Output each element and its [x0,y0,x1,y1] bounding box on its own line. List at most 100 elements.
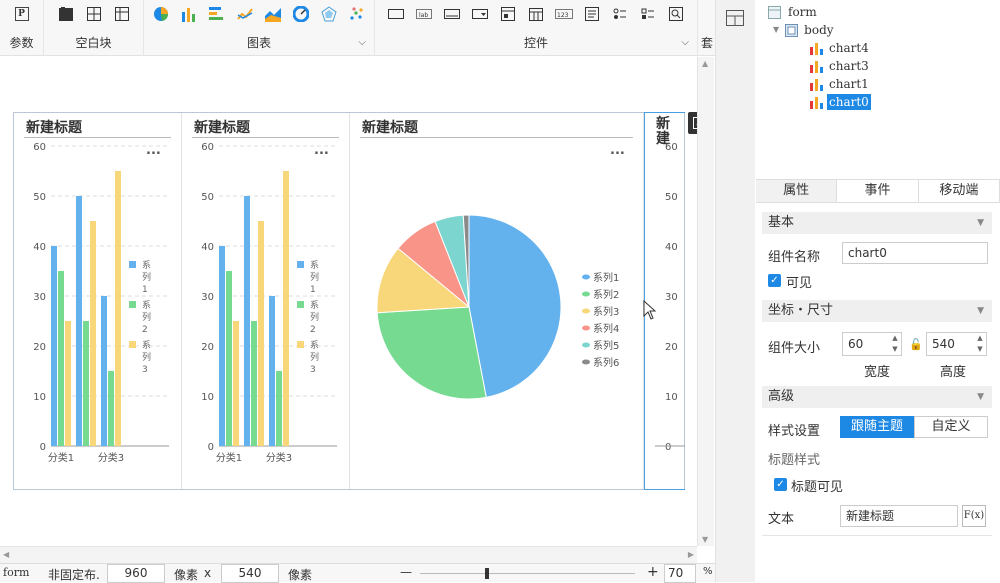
parameter-icon[interactable]: P [14,7,29,21]
section-coords[interactable]: 坐标・尺寸 ▼ [762,300,992,322]
tree-item-chart4[interactable]: chart4 [809,40,869,56]
checkbox-group-icon[interactable] [639,5,657,23]
scroll-right-icon[interactable]: ▶ [688,550,694,559]
height-stepper[interactable]: ▲ ▼ [974,333,986,355]
title-visible-checkbox[interactable]: ✓ [774,478,787,491]
scroll-down-icon[interactable]: ▼ [702,535,708,544]
bar [251,321,257,446]
visible-checkbox[interactable]: ✓ [768,274,781,287]
zoom-in-button[interactable]: + [647,564,659,580]
grid-layout-icon[interactable] [113,5,131,23]
tree-item-form[interactable]: form [768,4,817,20]
form-node-icon [768,5,781,19]
chevron-down-icon[interactable]: ⌵ [358,37,366,48]
area-chart-icon[interactable] [264,5,282,23]
dropdown-widget-icon[interactable] [471,5,489,23]
chart-panel[interactable]: 新建标题 ... 0 10 20 30 40 50 60 分类1 分类3 系列 1 系列 2 系列 3 [182,113,350,489]
lock-ratio-icon[interactable]: 🔓 [909,338,923,351]
section-advanced[interactable]: 高级 ▼ [762,386,992,408]
collapse-icon[interactable]: ▼ [977,212,984,234]
tree-item-chart3[interactable]: chart3 [809,58,869,74]
line-chart-icon[interactable] [236,5,254,23]
bar [219,246,225,446]
radio-group-icon[interactable] [611,5,629,23]
legend-label: 列 [310,351,319,363]
expand-arrow-icon[interactable]: ▼ [773,22,779,38]
number-widget-icon[interactable]: 123 [555,5,573,23]
status-bar: form 非固定布. 960 像素 x 540 像素 — + 70 % [0,563,715,583]
y-tick-label: 20 [201,342,214,353]
vertical-scrollbar[interactable]: ▲ ▼ [697,57,714,546]
button-widget-icon[interactable] [387,5,405,23]
template-label: 套 [700,36,713,50]
style-follow-theme-button[interactable]: 跟随主题 [840,416,914,438]
legend-label: 系列5 [593,339,619,352]
tree-item-chart0[interactable]: chart0 [809,94,871,110]
pie-slice [468,214,562,398]
x-tick-label: 分类1 [216,451,242,464]
scroll-left-icon[interactable]: ◀ [3,550,9,559]
label-widget-icon[interactable]: lab [415,5,433,23]
horizontal-scrollbar[interactable]: ◀ ▶ [0,546,697,563]
radar-chart-icon[interactable] [320,5,338,23]
collapse-icon[interactable]: ▼ [977,386,984,408]
divider [762,535,992,536]
zoom-slider-track[interactable] [420,573,635,574]
bar [101,296,107,446]
chart-panel[interactable]: 新建标题 ... 系列1 系列2 系列3 系列4 系列5 系列6 [350,113,644,489]
chart-node-icon [810,61,823,73]
tree-item-chart1[interactable]: chart1 [809,76,869,92]
canvas-width-input[interactable]: 960 [107,564,165,583]
zoom-slider-handle[interactable] [485,568,489,579]
legend-label: 系列3 [593,305,619,318]
legend-swatch [582,291,590,297]
layout-panel-icon[interactable] [726,10,744,29]
chart-panel[interactable]: 新建标题 ... 0 10 20 30 40 50 60 分类1 分类3 系列 1 系列 2 系列 3 [14,113,182,489]
horizontal-bar-icon[interactable] [208,5,226,23]
form-widget-icon[interactable] [499,5,517,23]
formula-button[interactable]: F(x) [962,505,986,527]
legend-swatch [582,359,590,365]
date-widget-icon[interactable] [527,5,545,23]
y-tick-label: 0 [208,442,214,453]
pie-chart-icon[interactable] [152,5,170,23]
component-name-input[interactable]: chart0 [842,242,988,264]
legend-label: 列 [142,311,151,323]
collapse-icon[interactable]: ▼ [977,300,984,322]
textarea-widget-icon[interactable] [583,5,601,23]
tree-item-label-selected: chart0 [827,94,871,110]
bar-chart-icon[interactable] [180,5,198,23]
tab-mobile[interactable]: 移动端 [918,180,1000,202]
bar [276,371,282,446]
widget-label: 控件 [523,36,548,50]
zoom-out-button[interactable]: — [400,565,412,579]
side-icon-strip [715,0,755,582]
height-label: 高度 [940,365,967,380]
section-basic[interactable]: 基本 ▼ [762,212,992,234]
legend-label: 2 [310,325,316,335]
scatter-chart-icon[interactable] [348,5,366,23]
width-stepper[interactable]: ▲ ▼ [889,333,901,355]
tree-item-body[interactable]: ▼ body [773,22,834,38]
y-tick-label: 60 [33,142,46,153]
canvas-height-input[interactable]: 540 [221,564,279,583]
chart-group: 图表 ⌵ [144,0,375,56]
style-custom-button[interactable]: 自定义 [914,416,988,438]
absolute-layout-icon[interactable] [57,5,75,23]
gauge-chart-icon[interactable] [292,5,310,23]
tab-events[interactable]: 事件 [837,180,919,202]
scroll-up-icon[interactable]: ▲ [702,59,708,68]
form-container[interactable]: 新建标题 ... 0 10 20 30 40 50 60 分类1 分类3 系列 1 系列 2 系列 3 新建… [13,112,685,490]
legend-swatch [297,261,304,268]
section-basic-label: 基本 [768,215,795,230]
zoom-input[interactable]: 70 [664,564,696,583]
tab-properties[interactable]: 属性 [756,180,838,202]
y-tick-label: 50 [665,192,678,203]
chevron-down-icon[interactable]: ⌵ [681,37,689,48]
title-text-input[interactable]: 新建标题 [840,505,958,527]
search-widget-icon[interactable] [667,5,685,23]
textbox-widget-icon[interactable] [443,5,461,23]
tab-layout-icon[interactable] [85,5,103,23]
chart-node-icon [810,97,823,109]
blank-block-label: 空白块 [75,36,112,50]
